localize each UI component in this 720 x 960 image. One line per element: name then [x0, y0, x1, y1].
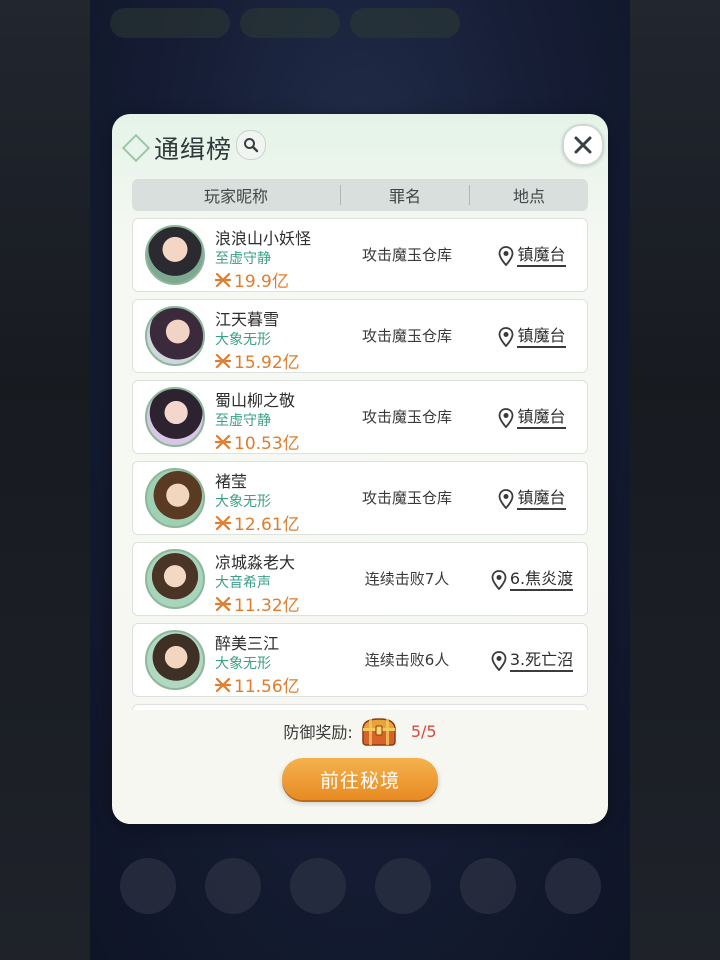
close-icon: [574, 136, 592, 154]
table-row[interactable]: 浪浪山小妖怪 至虚守静 19.9亿 攻击魔玉仓库 镇魔台: [132, 218, 588, 292]
player-name: 褚莹: [215, 472, 248, 491]
player-name: 醉美三江: [215, 634, 280, 653]
column-header-location: 地点: [512, 187, 545, 206]
player-realm: 至虚守静: [215, 251, 271, 267]
player-name: 江天暮雪: [215, 310, 280, 329]
crime-text: 攻击魔玉仓库: [361, 489, 452, 507]
location-text: 镇魔台: [517, 407, 566, 429]
dialog-title-bar: 通缉榜: [121, 128, 233, 168]
player-power: 19.9亿: [215, 267, 289, 292]
player-name: 凉城淼老大: [215, 553, 296, 572]
wanted-list[interactable]: 浪浪山小妖怪 至虚守静 19.9亿 攻击魔玉仓库 镇魔台 江天暮雪 大象无形 1…: [132, 218, 588, 710]
player-power-value: 11.32亿: [234, 596, 300, 616]
location-link[interactable]: 6.焦炎渡: [479, 569, 585, 591]
player-power: 10.53亿: [215, 429, 300, 454]
crime-text: 连续击败6人: [364, 651, 450, 669]
location-link[interactable]: 镇魔台: [479, 407, 585, 429]
location-pin-icon: [499, 327, 514, 347]
location-text: 镇魔台: [517, 326, 566, 348]
avatar[interactable]: [145, 387, 205, 447]
location-pin-icon: [491, 651, 507, 671]
power-icon: [215, 353, 231, 368]
player-name: 浪浪山小妖怪: [215, 229, 312, 248]
title-diamond-icon: [121, 133, 151, 163]
avatar[interactable]: [145, 549, 205, 609]
table-row-partial[interactable]: [132, 704, 588, 710]
location-text: 镇魔台: [517, 245, 566, 267]
location-link[interactable]: 镇魔台: [479, 326, 585, 348]
player-power: 15.92亿: [215, 348, 300, 373]
search-button[interactable]: [236, 130, 266, 160]
avatar[interactable]: [145, 468, 205, 528]
crime-text: 攻击魔玉仓库: [361, 408, 452, 426]
go-to-secret-realm-button[interactable]: 前往秘境: [282, 758, 438, 800]
reward-label: 防御奖励:: [283, 723, 353, 742]
location-text: 6.焦炎渡: [509, 569, 574, 591]
player-power: 11.56亿: [215, 672, 300, 697]
close-button[interactable]: [562, 124, 604, 166]
location-pin-icon: [499, 246, 514, 266]
crime-text: 攻击魔玉仓库: [361, 246, 452, 264]
location-text: 镇魔台: [517, 488, 566, 510]
player-power-value: 19.9亿: [234, 272, 289, 292]
dialog-title: 通缉榜: [154, 135, 233, 164]
location-pin-icon: [499, 489, 514, 509]
power-icon: [215, 677, 231, 692]
table-row[interactable]: 褚莹 大象无形 12.61亿 攻击魔玉仓库 镇魔台: [132, 461, 588, 535]
player-realm: 大象无形: [215, 656, 271, 672]
avatar[interactable]: [145, 306, 205, 366]
power-icon: [215, 596, 231, 611]
search-icon: [244, 138, 259, 153]
location-pin-icon: [499, 408, 514, 428]
location-pin-icon: [491, 570, 507, 590]
player-name: 蜀山柳之敬: [215, 391, 296, 410]
table-row[interactable]: 醉美三江 大象无形 11.56亿 连续击败6人 3.死亡沼: [132, 623, 588, 697]
table-row[interactable]: 江天暮雪 大象无形 15.92亿 攻击魔玉仓库 镇魔台: [132, 299, 588, 373]
location-link[interactable]: 3.死亡沼: [479, 650, 585, 672]
location-link[interactable]: 镇魔台: [479, 245, 585, 267]
crime-text: 连续击败7人: [364, 570, 450, 588]
avatar[interactable]: [145, 225, 205, 285]
table-row[interactable]: 凉城淼老大 大音希声 11.32亿 连续击败7人 6.焦炎渡: [132, 542, 588, 616]
player-realm: 至虚守静: [215, 413, 271, 429]
power-icon: [215, 434, 231, 449]
player-power-value: 12.61亿: [234, 515, 300, 535]
defense-reward: 防御奖励: 5/5: [112, 715, 608, 747]
location-text: 3.死亡沼: [509, 650, 574, 672]
player-realm: 大象无形: [215, 332, 271, 348]
player-power-value: 10.53亿: [234, 434, 300, 454]
table-header: 玩家昵称 罪名 地点: [132, 179, 588, 211]
player-realm: 大音希声: [215, 575, 271, 591]
player-power: 12.61亿: [215, 510, 300, 535]
power-icon: [215, 272, 231, 287]
player-power: 11.32亿: [215, 591, 300, 616]
player-power-value: 11.56亿: [234, 677, 300, 697]
treasure-chest-icon[interactable]: [359, 715, 399, 747]
crime-text: 攻击魔玉仓库: [361, 327, 452, 345]
avatar[interactable]: [145, 630, 205, 690]
wanted-list-dialog: 通缉榜 玩家昵称 罪名 地点 浪浪山小妖怪 至虚守静 19.9亿 攻击魔玉仓库 …: [112, 114, 608, 824]
column-header-crime: 罪名: [388, 187, 421, 206]
table-row[interactable]: 蜀山柳之敬 至虚守静 10.53亿 攻击魔玉仓库 镇魔台: [132, 380, 588, 454]
player-realm: 大象无形: [215, 494, 271, 510]
power-icon: [215, 515, 231, 530]
player-power-value: 15.92亿: [234, 353, 300, 373]
column-header-player: 玩家昵称: [203, 187, 268, 206]
reward-count: 5/5: [410, 721, 437, 741]
location-link[interactable]: 镇魔台: [479, 488, 585, 510]
